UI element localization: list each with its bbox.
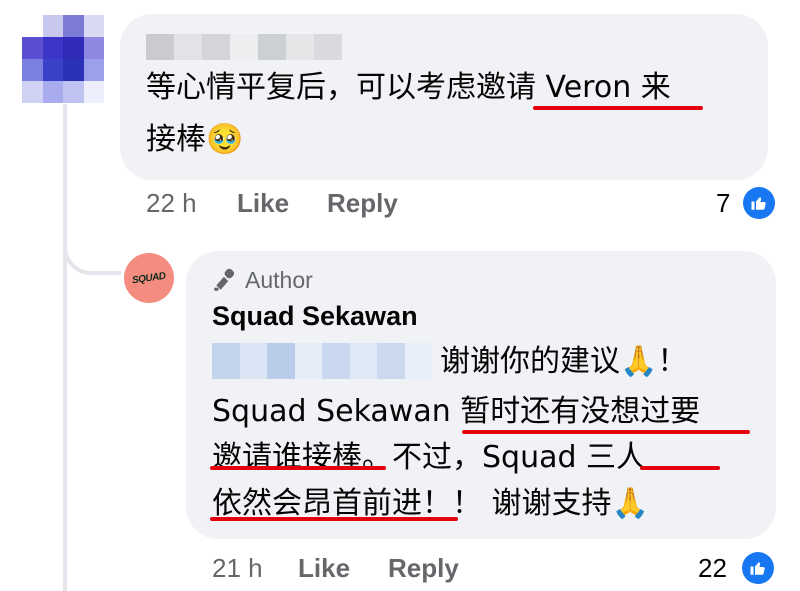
reply-timestamp[interactable]: 21 h xyxy=(212,553,263,584)
thumbs-up-icon[interactable] xyxy=(743,187,775,219)
reply-text-line4: 依然会昂首前进！！ 谢谢支持🙏 xyxy=(212,486,649,521)
highlight-underline xyxy=(210,466,386,470)
mentioned-user-redacted[interactable] xyxy=(212,343,432,379)
commenter-avatar[interactable] xyxy=(22,15,104,103)
highlight-underline xyxy=(533,106,703,110)
comment-text-line2: 接棒🥹 xyxy=(146,122,244,157)
pleading-face-emoji: 🥹 xyxy=(206,122,244,157)
author-name[interactable]: Squad Sekawan xyxy=(212,301,418,332)
squad-avatar[interactable]: SQUAD xyxy=(124,253,174,303)
reply-text-line3: 邀请谁接棒。不过，Squad 三人 xyxy=(212,440,647,475)
like-button[interactable]: Like xyxy=(237,188,289,219)
reaction-count[interactable]: 22 xyxy=(698,553,727,584)
reaction-count[interactable]: 7 xyxy=(716,188,730,219)
comment-timestamp[interactable]: 22 h xyxy=(146,188,197,219)
thumbs-up-icon[interactable] xyxy=(742,552,774,584)
highlight-underline xyxy=(210,517,458,521)
microphone-icon xyxy=(212,267,238,293)
reply-button[interactable]: Reply xyxy=(327,188,398,219)
like-button[interactable]: Like xyxy=(298,553,350,584)
thread-line xyxy=(63,104,67,591)
reply-text-line1: 谢谢你的建议🙏！ xyxy=(440,344,688,379)
author-label: Author xyxy=(245,267,313,293)
folded-hands-emoji: 🙏 xyxy=(611,486,649,521)
folded-hands-emoji: 🙏 xyxy=(620,344,658,379)
thread-connector xyxy=(63,205,121,275)
commenter-name-redacted[interactable] xyxy=(146,34,342,60)
reply-button[interactable]: Reply xyxy=(388,553,459,584)
highlight-underline xyxy=(640,466,720,470)
